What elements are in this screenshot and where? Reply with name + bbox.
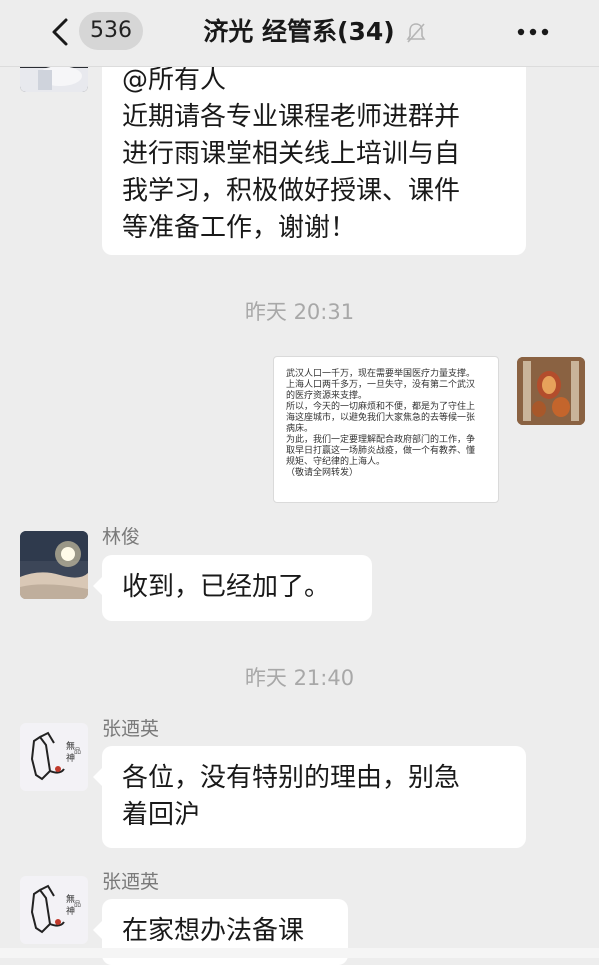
back-button[interactable] xyxy=(44,14,78,50)
message-text: 我学习，积极做好授课、课件 xyxy=(122,176,461,206)
image-text-line: 为此，我们一定要理解配合政府部门的工作，争 xyxy=(286,435,476,445)
image-text-line: 取早日打赢这一场肺炎战疫，做一个有教养、懂 xyxy=(286,446,476,456)
message-text: @所有人 xyxy=(122,65,227,95)
sender-avatar[interactable]: 無 神 品 xyxy=(20,876,88,944)
bubble-tail xyxy=(93,921,102,939)
message-text: 进行雨课堂相关线上培训与自 xyxy=(122,139,461,169)
message-text: 在家想办法备课 xyxy=(122,916,305,946)
chat-title: 济光 经管系(34) xyxy=(203,17,395,46)
message-bubble[interactable]: 收到，已经加了。 xyxy=(93,555,372,621)
message-text: 各位，没有特别的理由，别急 xyxy=(122,763,461,793)
chat-header: 536 济光 经管系(34) xyxy=(0,0,599,67)
own-avatar[interactable] xyxy=(517,357,585,425)
sender-name: 张迺英 xyxy=(102,871,160,893)
message-text: 着回沪 xyxy=(122,800,201,830)
image-text-line: 上海人口两千多万，一旦失守，没有第二个武汉 xyxy=(286,380,476,390)
message-text: 等准备工作，谢谢！ xyxy=(122,213,357,243)
image-text-line: 规矩、守纪律的上海人。 xyxy=(286,457,386,467)
message-bubble[interactable]: 各位，没有特别的理由，别急 着回沪 xyxy=(93,746,526,848)
message-text: 近期请各专业课程老师进群并 xyxy=(122,102,461,132)
bubble-tail xyxy=(93,577,102,595)
image-text-line: 病床。 xyxy=(286,424,314,434)
sender-name: 林俊 xyxy=(102,526,141,548)
mute-notification-icon xyxy=(406,21,426,45)
unread-count-badge[interactable]: 536 xyxy=(79,12,143,50)
timestamp: 昨天 21:40 xyxy=(244,666,355,690)
more-dots-icon xyxy=(517,28,549,36)
svg-text:品: 品 xyxy=(74,747,81,755)
sender-avatar[interactable]: 無 神 品 xyxy=(20,723,88,791)
image-text-line: （敬请全网转发） xyxy=(286,468,359,478)
image-message[interactable]: 武汉人口一千万，现在需要举国医疗力量支撑。 上海人口两千多万，一旦失守，没有第二… xyxy=(273,356,499,503)
bubble-tail xyxy=(93,768,102,786)
message-bubble[interactable]: @所有人 近期请各专业课程老师进群并 进行雨课堂相关线上培训与自 我学习，积极做… xyxy=(102,40,526,255)
message-text: 收到，已经加了。 xyxy=(122,572,331,602)
image-text-line: 武汉人口一千万，现在需要举国医疗力量支撑。 xyxy=(286,369,476,379)
more-options-button[interactable] xyxy=(512,14,554,50)
image-text-line: 所以，今天的一切麻烦和不便，都是为了守住上 xyxy=(286,402,476,412)
image-text-line: 海这座城市，以避免我们大家焦急的去等候一张 xyxy=(286,413,476,423)
image-text-line: 的医疗资源来支撑。 xyxy=(286,391,368,401)
timestamp: 昨天 20:31 xyxy=(244,300,355,324)
svg-text:品: 品 xyxy=(74,900,81,908)
chevron-left-icon xyxy=(52,18,68,46)
sender-name: 张迺英 xyxy=(102,718,160,740)
sender-avatar[interactable] xyxy=(20,531,88,599)
input-bar-edge xyxy=(0,948,599,958)
